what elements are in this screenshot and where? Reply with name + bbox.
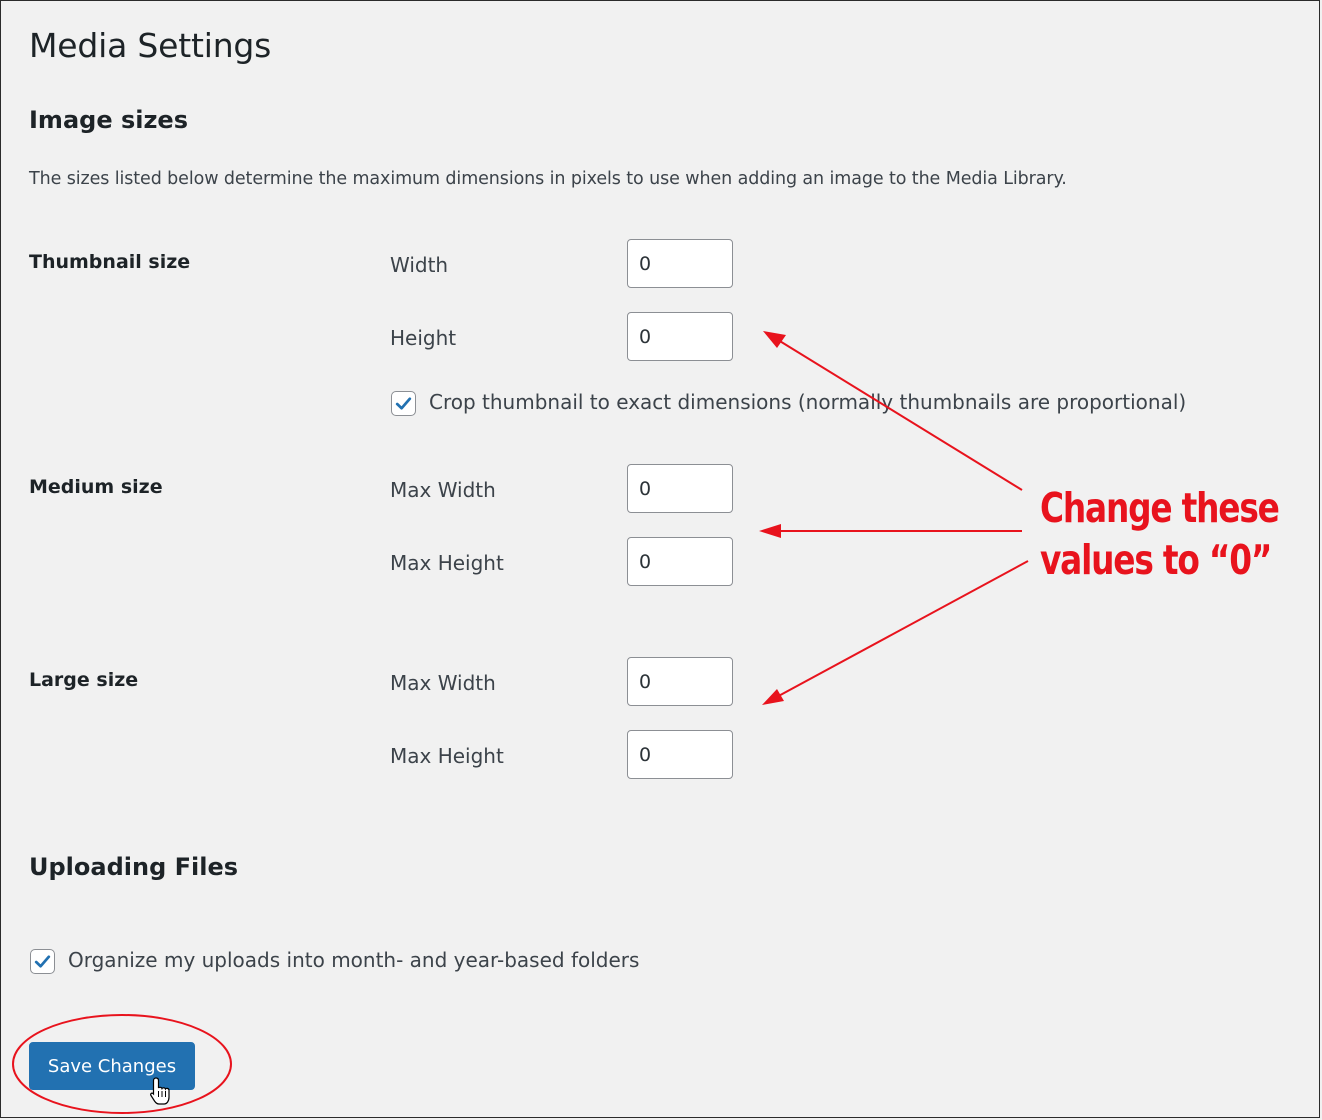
large-max-height-input[interactable] [627, 730, 733, 779]
annotation-line-2: values to “0” [1040, 536, 1272, 584]
thumbnail-height-input[interactable] [627, 312, 733, 361]
medium-max-width-label: Max Width [390, 478, 496, 502]
thumbnail-height-label: Height [390, 326, 457, 350]
page-title: Media Settings [29, 26, 272, 65]
image-sizes-description: The sizes listed below determine the max… [29, 169, 1067, 189]
image-sizes-heading: Image sizes [29, 106, 188, 134]
medium-size-label: Medium size [29, 476, 163, 498]
checkmark-icon [34, 955, 51, 968]
crop-thumbnail-checkbox[interactable] [391, 391, 416, 416]
annotation-line-1: Change these [1040, 484, 1280, 532]
save-changes-button[interactable]: Save Changes [29, 1042, 195, 1090]
thumbnail-size-label: Thumbnail size [29, 251, 191, 273]
uploading-files-heading: Uploading Files [29, 853, 239, 881]
large-size-label: Large size [29, 669, 139, 691]
thumbnail-width-label: Width [390, 253, 449, 277]
crop-thumbnail-label: Crop thumbnail to exact dimensions (norm… [429, 390, 1187, 414]
organize-uploads-checkbox[interactable] [30, 949, 55, 974]
medium-max-width-input[interactable] [627, 464, 733, 513]
large-max-width-label: Max Width [390, 671, 496, 695]
medium-max-height-input[interactable] [627, 537, 733, 586]
medium-max-height-label: Max Height [390, 551, 504, 575]
organize-uploads-label: Organize my uploads into month- and year… [68, 948, 640, 972]
checkmark-icon [395, 397, 412, 410]
large-max-width-input[interactable] [627, 657, 733, 706]
large-max-height-label: Max Height [390, 744, 504, 768]
thumbnail-width-input[interactable] [627, 239, 733, 288]
